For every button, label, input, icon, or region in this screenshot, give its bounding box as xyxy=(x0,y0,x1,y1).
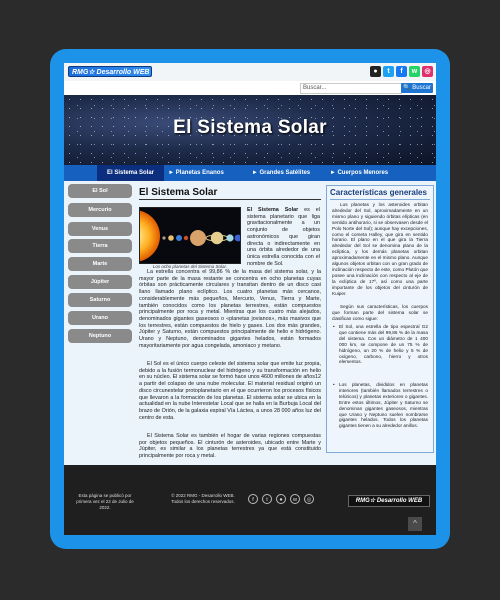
paragraph-3: El Sistema Solar es también el hogar de … xyxy=(139,433,321,460)
paragraph-1: La estrella concentra el 99,86 % de la m… xyxy=(139,269,321,349)
back-to-top-button[interactable]: ^ xyxy=(408,517,422,531)
aside-title: Características generales xyxy=(330,188,427,197)
whatsapp-icon[interactable]: w xyxy=(290,494,300,504)
footer-copyright: © 2022 RMG - Desarrollo WEB. Todos los d… xyxy=(171,493,235,504)
search-input[interactable]: Buscar... xyxy=(300,83,402,94)
nav-item-grandes-satelites[interactable]: ► Grandes Satélites xyxy=(248,165,314,181)
footer-logo[interactable]: RMG☆ Desarrollo WEB xyxy=(348,495,430,507)
github-icon[interactable]: ● xyxy=(370,66,381,77)
hero-title: El Sistema Solar xyxy=(173,117,327,138)
footer: Esta página se publicó por primera vez e… xyxy=(64,465,436,535)
footer-publish-note: Esta página se publicó por primera vez e… xyxy=(76,493,134,510)
instagram-icon[interactable]: ◎ xyxy=(304,494,314,504)
aside-paragraph-2: Según sus características, los cuerpos q… xyxy=(332,304,428,321)
intro-text: es el sistema planetario que liga gravit… xyxy=(247,207,321,267)
intro-bold: El Sistema Solar xyxy=(247,207,299,213)
aside-bullet-text-1: El Sol, una estrella de tipo espectral G… xyxy=(339,324,428,365)
twitter-icon[interactable]: t xyxy=(262,494,272,504)
main-nav: El Sistema Solar ► Planetas Enanos ► Gra… xyxy=(64,165,436,181)
search-button[interactable]: 🔍 Buscar xyxy=(401,83,433,93)
sidebar-item-neptuno[interactable]: Neptuno xyxy=(68,329,132,343)
intro-paragraph: El Sistema Solar es el sistema planetari… xyxy=(247,207,320,267)
title-divider xyxy=(139,199,321,200)
twitter-icon[interactable]: t xyxy=(383,66,394,77)
facebook-icon[interactable]: f xyxy=(248,494,258,504)
hero-banner: El Sistema Solar xyxy=(64,95,436,165)
sidebar-item-tierra[interactable]: Tierra xyxy=(68,239,132,253)
nav-item-cuerpos-menores[interactable]: ► Cuerpos Menores xyxy=(326,165,392,181)
sidebar-item-sol[interactable]: El Sol xyxy=(68,184,132,198)
site-logo[interactable]: RMG☆ Desarrollo WEB xyxy=(68,66,152,77)
aside-paragraph-1: Los planetas y los asteroides orbitan al… xyxy=(332,202,428,296)
sidebar-item-saturno[interactable]: Saturno xyxy=(68,293,132,307)
bullet-icon: • xyxy=(333,324,335,329)
nav-item-sistema-solar[interactable]: El Sistema Solar xyxy=(97,165,164,181)
top-bar: RMG☆ Desarrollo WEB ● t f w ◎ xyxy=(64,63,436,81)
sidebar-item-marte[interactable]: Marte xyxy=(68,257,132,271)
sidebar-item-urano[interactable]: Urano xyxy=(68,311,132,325)
main-title: El Sistema Solar xyxy=(139,187,218,198)
aside-bullet-1: • El Sol, una estrella de tipo espectral … xyxy=(333,324,428,365)
instagram-icon[interactable]: ◎ xyxy=(422,66,433,77)
github-icon[interactable]: ● xyxy=(276,494,286,504)
aside-bullet-text-2: Los planetas, divididos en planetas inte… xyxy=(339,382,428,429)
bullet-icon: • xyxy=(333,382,335,387)
nav-item-planetas-enanos[interactable]: ► Planetas Enanos xyxy=(164,165,228,181)
aside-divider xyxy=(330,199,430,200)
sidebar-item-mercurio[interactable]: Mercurio xyxy=(68,203,132,217)
aside-panel: Características generales Los planetas y… xyxy=(326,185,434,453)
whatsapp-icon[interactable]: w xyxy=(409,66,420,77)
search-bar: Buscar... 🔍 Buscar xyxy=(64,81,436,95)
solar-system-image xyxy=(139,207,241,264)
paragraph-2: El Sol es el único cuerpo celeste del si… xyxy=(139,361,321,421)
facebook-icon[interactable]: f xyxy=(396,66,407,77)
web-page: RMG☆ Desarrollo WEB ● t f w ◎ Buscar... … xyxy=(64,63,436,535)
aside-bullet-2: • Los planetas, divididos en planetas int… xyxy=(333,382,428,429)
sidebar-item-jupiter[interactable]: Júpiter xyxy=(68,275,132,289)
sidebar-item-venus[interactable]: Venus xyxy=(68,222,132,236)
